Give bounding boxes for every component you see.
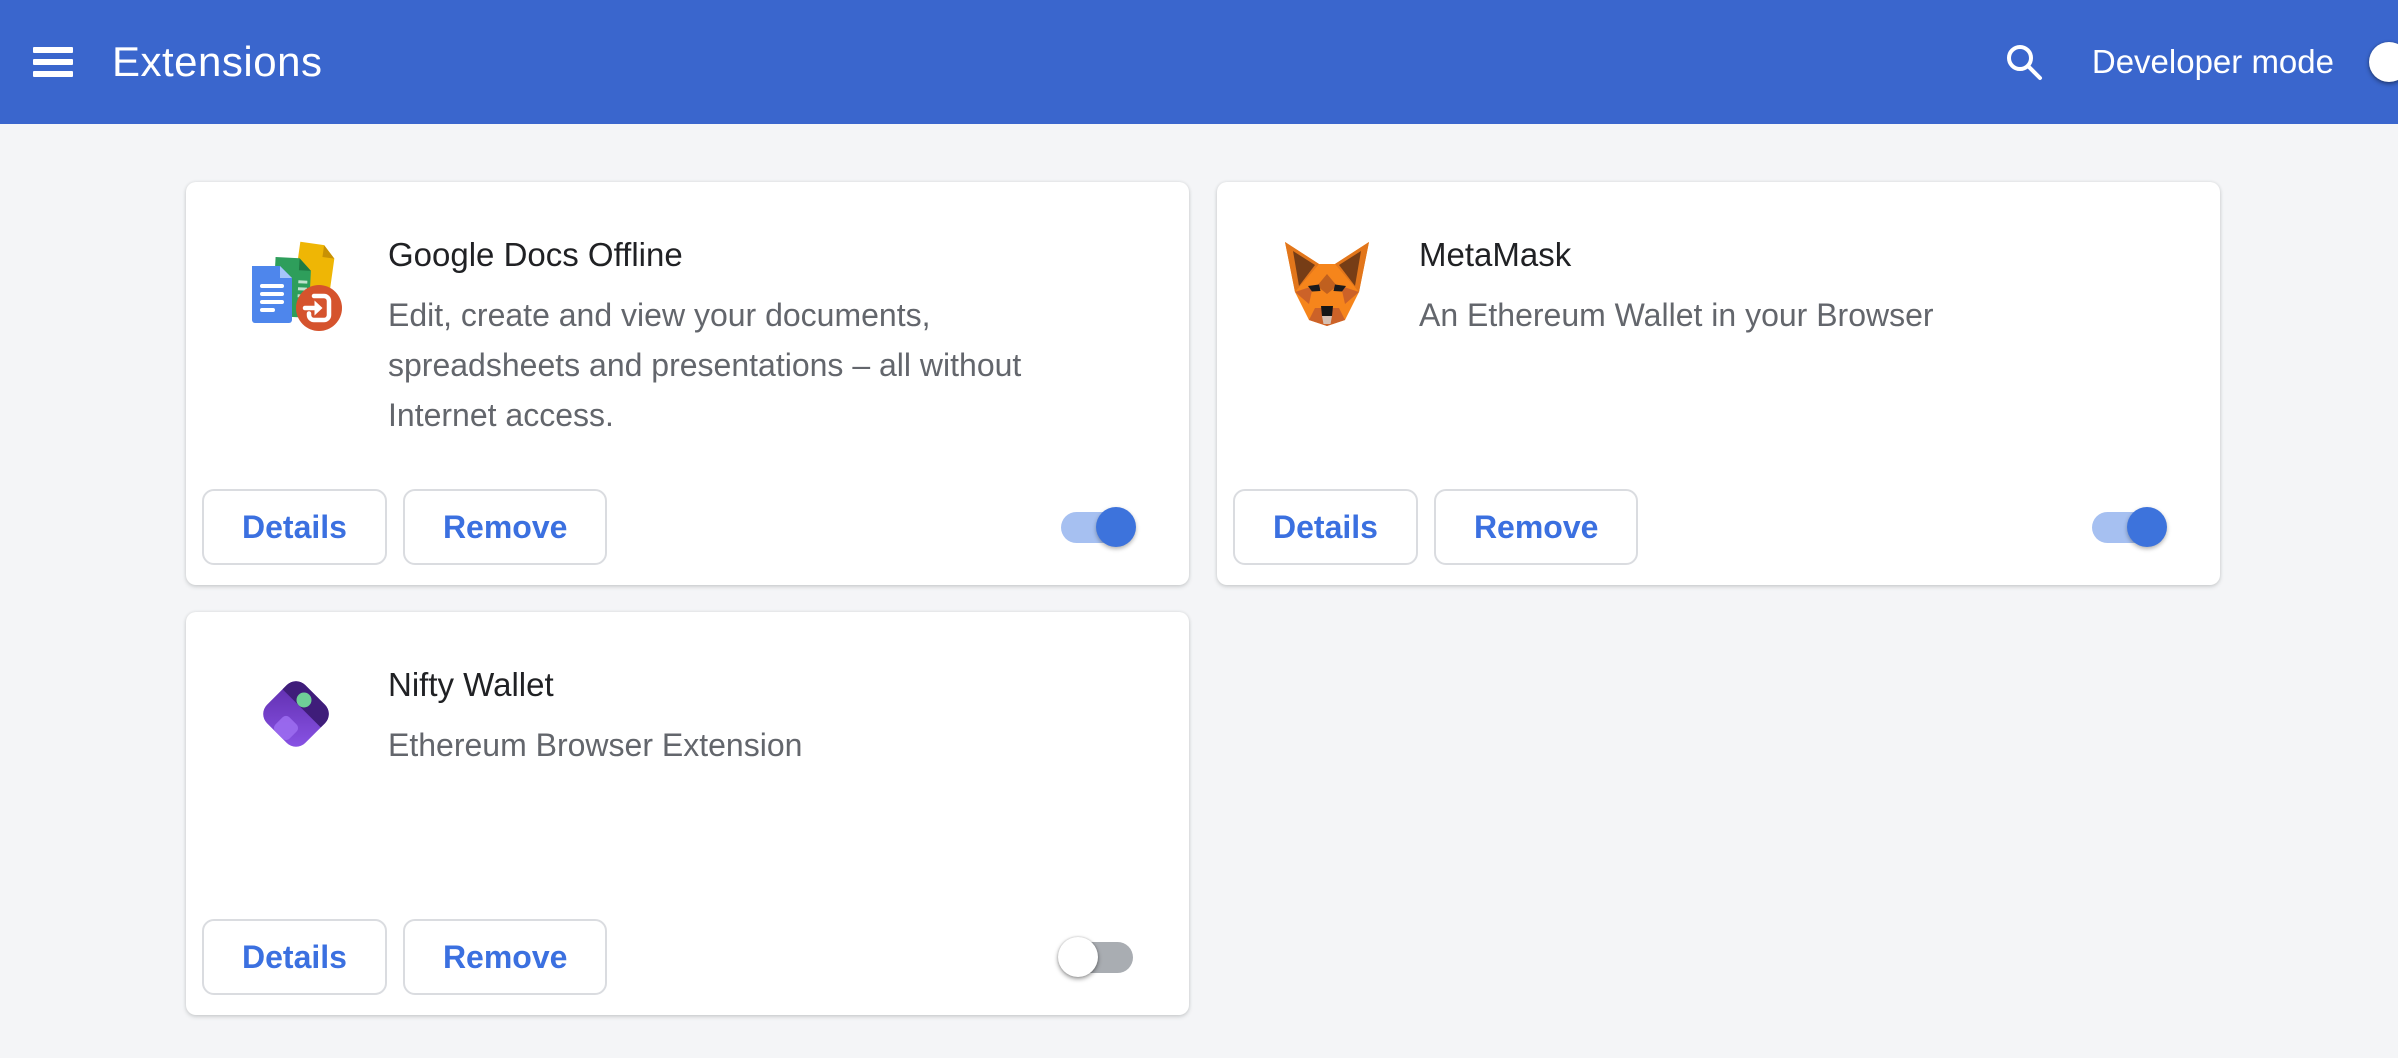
- developer-mode-label: Developer mode: [2092, 43, 2334, 81]
- extension-toggle[interactable]: [2092, 512, 2164, 543]
- page-title: Extensions: [112, 38, 322, 86]
- menu-button[interactable]: [22, 31, 84, 93]
- search-button[interactable]: [2002, 40, 2046, 84]
- extension-name: Nifty Wallet: [388, 666, 802, 704]
- extensions-grid: Google Docs Offline Edit, create and vie…: [186, 182, 2220, 1015]
- extension-card-google-docs-offline: Google Docs Offline Edit, create and vie…: [186, 182, 1189, 585]
- search-icon: [2002, 40, 2046, 84]
- nifty-wallet-icon: [248, 666, 344, 762]
- remove-button[interactable]: Remove: [403, 919, 608, 995]
- extension-description: An Ethereum Wallet in your Browser: [1419, 290, 1934, 340]
- details-button[interactable]: Details: [202, 919, 387, 995]
- extension-card-metamask: MetaMask An Ethereum Wallet in your Brow…: [1217, 182, 2220, 585]
- metamask-fox-icon: [1279, 236, 1375, 332]
- extension-toggle[interactable]: [1061, 942, 1133, 973]
- extension-name: Google Docs Offline: [388, 236, 1021, 274]
- remove-button[interactable]: Remove: [1434, 489, 1639, 565]
- extension-description: Edit, create and view your documents, sp…: [388, 290, 1021, 440]
- extension-card-nifty-wallet: Nifty Wallet Ethereum Browser Extension …: [186, 612, 1189, 1015]
- details-button[interactable]: Details: [202, 489, 387, 565]
- hamburger-icon: [33, 41, 73, 83]
- details-button[interactable]: Details: [1233, 489, 1418, 565]
- toolbar: Extensions Developer mode: [0, 0, 2398, 124]
- remove-button[interactable]: Remove: [403, 489, 608, 565]
- extension-name: MetaMask: [1419, 236, 1934, 274]
- extension-toggle[interactable]: [1061, 512, 1133, 543]
- extension-description: Ethereum Browser Extension: [388, 720, 802, 770]
- google-docs-offline-icon: [248, 236, 344, 332]
- developer-mode-toggle[interactable]: [2372, 47, 2398, 78]
